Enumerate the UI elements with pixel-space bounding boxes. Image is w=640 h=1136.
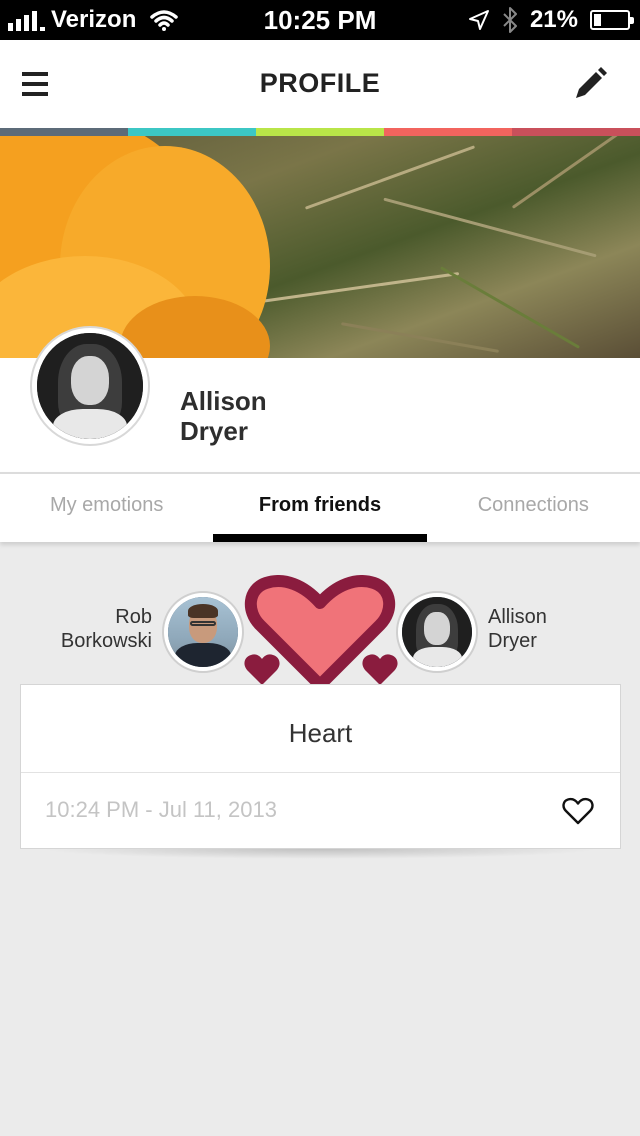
profile-avatar[interactable] (30, 326, 150, 446)
sender-first-name: Rob (115, 606, 152, 628)
bluetooth-icon (503, 7, 517, 33)
location-icon (468, 10, 489, 30)
battery-level (594, 14, 601, 26)
tab-connections[interactable]: Connections (427, 474, 640, 542)
color-strip-segment (384, 128, 512, 136)
emotion-name: Heart (21, 685, 620, 773)
heart-emotion-icon (244, 575, 398, 691)
profile-header: Allison Dryer (0, 326, 640, 472)
color-strip-segment (512, 128, 640, 136)
recipient-avatar[interactable] (396, 591, 478, 673)
emotion-card: Heart 10:24 PM - Jul 11, 2013 (20, 684, 621, 849)
sender-avatar[interactable] (162, 591, 244, 673)
profile-last-name: Dryer (180, 416, 248, 446)
feed-item-header: Rob Borkowski Allison Dryer (0, 575, 640, 695)
avatar-photo (37, 333, 143, 439)
profile-name: Allison Dryer (180, 386, 267, 446)
battery-icon (590, 10, 634, 30)
sender-photo (168, 597, 238, 667)
status-right-group: 21% (468, 6, 634, 34)
sender-last-name: Borkowski (60, 630, 152, 652)
recipient-first-name: Allison (488, 606, 547, 628)
status-bar: Verizon 10:25 PM 21% (0, 0, 640, 40)
recipient-last-name: Dryer (488, 630, 537, 652)
emotion-timestamp: 10:24 PM - Jul 11, 2013 (45, 797, 277, 822)
recipient-photo (402, 597, 472, 667)
pencil-icon[interactable] (570, 64, 610, 104)
tab-my-emotions[interactable]: My emotions (0, 474, 213, 542)
color-strip-segment (0, 128, 128, 136)
color-strip-segment (256, 128, 384, 136)
tab-from-friends[interactable]: From friends (213, 474, 427, 542)
page-title: PROFILE (259, 68, 381, 98)
color-strip (0, 128, 640, 136)
app-header: PROFILE (0, 40, 640, 128)
sender-name[interactable]: Rob Borkowski (61, 605, 152, 653)
profile-tabs: My emotions From friends Connections (0, 472, 640, 542)
cover-photo (0, 136, 640, 358)
recipient-name[interactable]: Allison Dryer (488, 605, 547, 653)
card-shadow (40, 849, 600, 859)
color-strip-segment (128, 128, 256, 136)
battery-percent: 21% (529, 6, 578, 33)
profile-first-name: Allison (180, 386, 267, 416)
like-heart-icon[interactable] (562, 797, 594, 825)
